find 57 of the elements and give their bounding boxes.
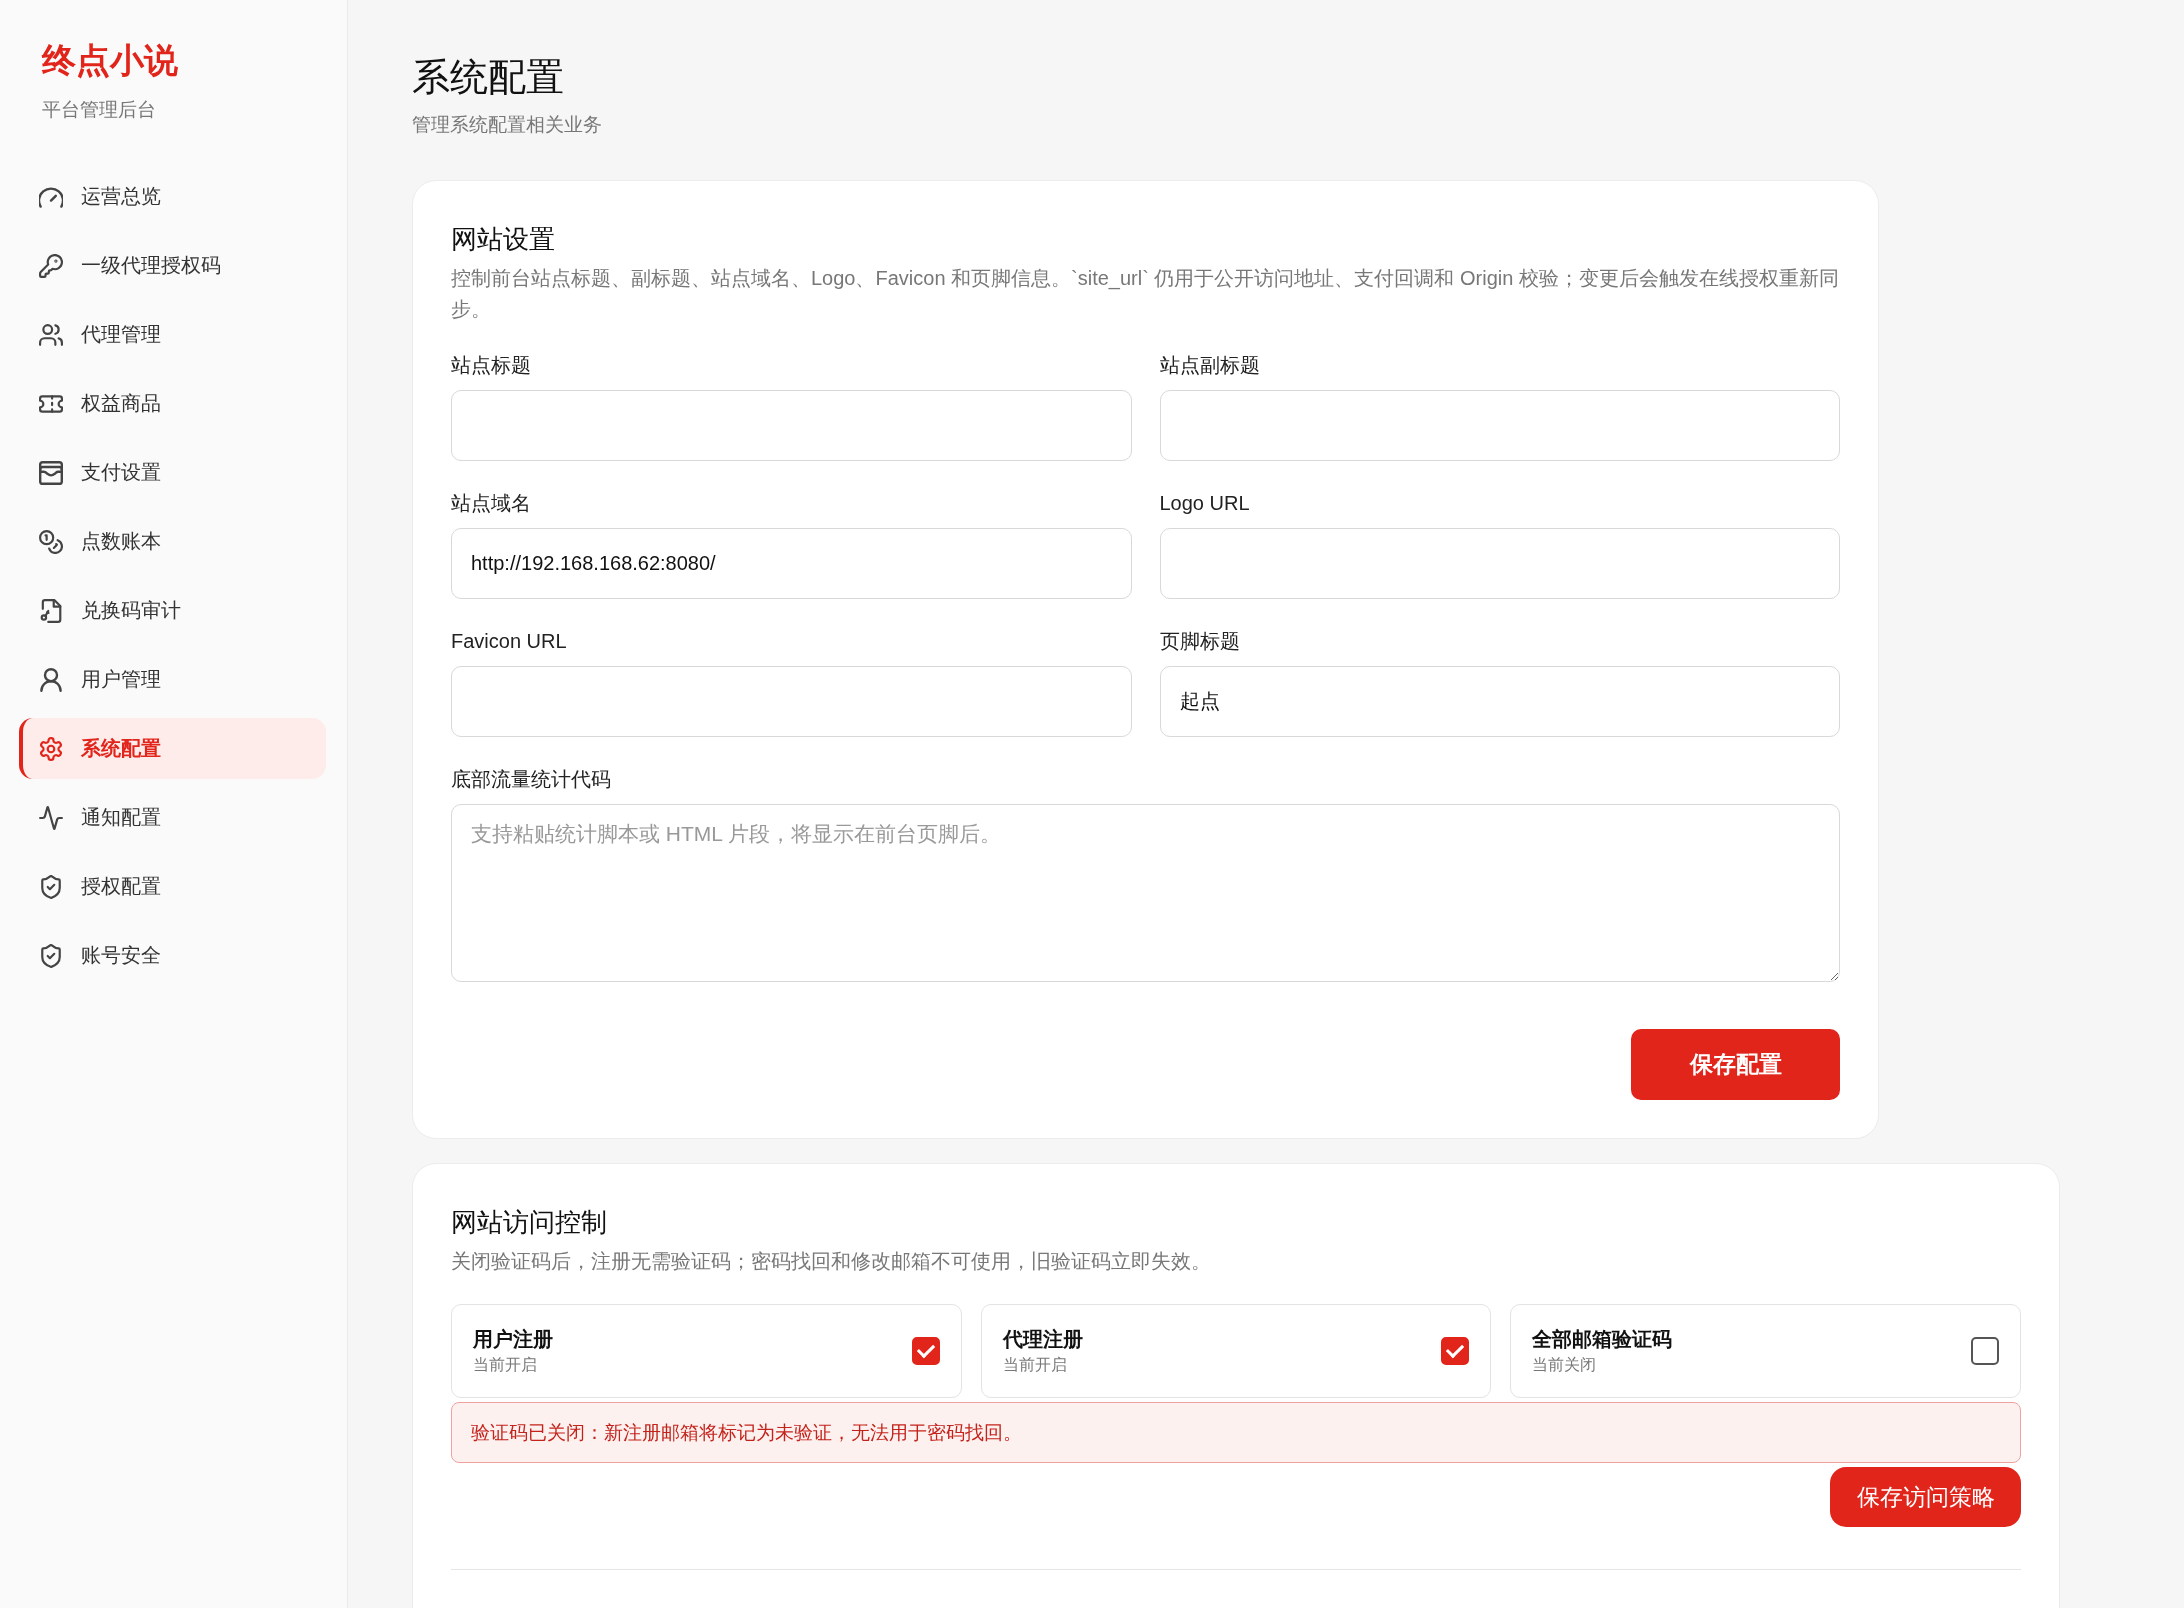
option-title: 全部邮箱验证码	[1532, 1327, 1673, 1352]
field-label: 站点副标题	[1159, 353, 1260, 378]
nav-item[interactable]: 兑换码审计	[19, 580, 326, 641]
option-title: 用户注册	[473, 1327, 553, 1352]
textarea-field[interactable]: 支持粘贴统计脚本或 HTML 片段，将显示在前台页脚后。	[451, 804, 1840, 982]
coins-icon	[39, 529, 63, 554]
nav-item[interactable]: 账号安全	[19, 925, 326, 986]
section-title: 网站访问控制	[451, 1206, 608, 1239]
shield-check-icon	[39, 943, 63, 968]
pulse-icon	[39, 805, 63, 830]
option-status: 当前开启	[473, 1355, 537, 1375]
checkbox[interactable]	[911, 1337, 940, 1365]
section-description: 控制前台站点标题、副标题、站点域名、Logo、Favicon 和页脚信息。`site_url` 仍用于公开访问地址、支付回调和 Origin 校验；变更后会触发在线授权重新同步。	[451, 266, 1840, 322]
nav-item[interactable]: 系统配置	[19, 718, 326, 779]
checkbox[interactable]	[1441, 1337, 1470, 1365]
brand-logo-text: 终点小说	[42, 40, 178, 81]
save-policy-button[interactable]: 保存访问策略	[1830, 1467, 2021, 1527]
warning-message: 验证码已关闭：新注册邮箱将标记为未验证，无法用于密码找回。	[451, 1402, 2021, 1463]
field-label: Logo URL	[1159, 491, 1250, 516]
text-field[interactable]	[1159, 528, 1840, 599]
gauge-icon	[39, 184, 63, 209]
checkbox[interactable]	[1971, 1337, 1999, 1365]
users-icon	[39, 322, 63, 347]
save-button[interactable]: 保存配置	[1631, 1029, 1840, 1100]
text-field[interactable]: http://192.168.168.62:8080/	[451, 528, 1132, 599]
text-field[interactable]	[451, 390, 1132, 461]
nav-item[interactable]: 运营总览	[19, 166, 326, 227]
text-field[interactable]	[1159, 390, 1840, 461]
nav-item[interactable]: 用户管理	[19, 649, 326, 710]
settings-icon	[39, 736, 63, 761]
option-status: 当前开启	[1002, 1355, 1067, 1375]
field-label: 底部流量统计代码	[451, 767, 611, 792]
text-field[interactable]: 起点	[1159, 666, 1840, 737]
field-label: Favicon URL	[451, 629, 567, 654]
field-label: 页脚标题	[1159, 629, 1240, 654]
nav-item[interactable]: 通知配置	[19, 787, 326, 848]
section-description: 关闭验证码后，注册无需验证码；密码找回和修改邮箱不可使用，旧验证码立即失效。	[451, 1249, 1212, 1274]
nav-item[interactable]: 一级代理授权码	[19, 235, 326, 296]
field-label: 站点标题	[451, 353, 531, 378]
page-subtitle: 管理系统配置相关业务	[412, 113, 602, 137]
nav-item[interactable]: 支付设置	[19, 442, 326, 503]
brand-subtitle: 平台管理后台	[42, 98, 156, 122]
nav-item[interactable]: 点数账本	[19, 511, 326, 572]
user-icon	[39, 667, 63, 692]
wallet-icon	[39, 460, 63, 485]
nav-item[interactable]: 权益商品	[19, 373, 326, 434]
shield-check-icon	[39, 874, 63, 899]
nav-item[interactable]: 代理管理	[19, 304, 326, 365]
section-title: 网站设置	[451, 223, 556, 256]
page-title: 系统配置	[412, 55, 564, 100]
field-label: 站点域名	[451, 491, 531, 516]
key-icon	[39, 253, 63, 278]
option-status: 当前关闭	[1532, 1355, 1597, 1375]
file-key-icon	[39, 598, 63, 623]
option-title: 代理注册	[1002, 1327, 1083, 1352]
text-field[interactable]	[451, 666, 1132, 737]
nav-item[interactable]: 授权配置	[19, 856, 326, 917]
